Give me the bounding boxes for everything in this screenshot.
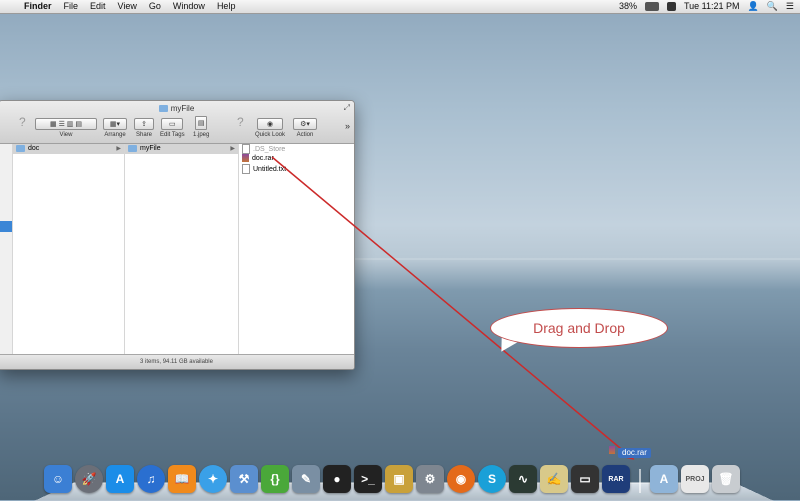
window-toolbar: myFile ⤢ ? ▦ ☰ ▥ ▤ View ▦▾ Arrange ⇪ Sha… (0, 101, 354, 144)
arrange-button[interactable]: ▦▾ Arrange (103, 118, 127, 138)
xcode-icon[interactable]: ⚒ (230, 465, 258, 493)
qq-icon[interactable]: ● (323, 465, 351, 493)
system-preferences-icon[interactable]: ⚙ (416, 465, 444, 493)
status-bar: 3 items, 94.11 GB available (0, 354, 354, 369)
ibooks-icon[interactable]: 📖 (168, 465, 196, 493)
notification-icon[interactable]: ☰ (786, 0, 794, 13)
menu-app-name[interactable]: Finder (24, 0, 52, 13)
clock[interactable]: Tue 11:21 PM (684, 0, 740, 13)
list-item[interactable]: doc ▶ (13, 144, 124, 154)
column-2: myFile ▶ (125, 144, 239, 354)
spotlight-icon[interactable]: 🔍 (767, 0, 778, 13)
list-item[interactable]: Untitled.txt (239, 164, 354, 174)
menu-bar: Finder File Edit View Go Window Help 38%… (0, 0, 800, 14)
sidebar-column (0, 144, 13, 354)
text-file-icon (242, 164, 250, 174)
user-icon[interactable]: 👤 (747, 0, 758, 13)
monitor-app-icon[interactable]: ▭ (571, 465, 599, 493)
finder-window[interactable]: myFile ⤢ ? ▦ ☰ ▥ ▤ View ▦▾ Arrange ⇪ Sha… (0, 100, 355, 370)
launchpad-icon[interactable]: 🚀 (75, 465, 103, 493)
menu-edit[interactable]: Edit (90, 0, 106, 13)
dock-separator (639, 469, 641, 493)
finder-icon[interactable]: ☺ (44, 465, 72, 493)
view-mode-segmented[interactable]: ▦ ☰ ▥ ▤ (35, 118, 97, 130)
column-1: doc ▶ (13, 144, 125, 354)
brackets-icon[interactable]: {} (261, 465, 289, 493)
callout-bubble: Drag and Drop (490, 308, 668, 348)
disclosure-arrow-icon: ▶ (116, 146, 121, 152)
column-3: .DS_Store doc.rar Untitled.txt (239, 144, 354, 354)
disclosure-arrow-icon: ▶ (230, 146, 235, 152)
sync-app-icon[interactable]: S (478, 465, 506, 493)
view-control[interactable]: ▦ ☰ ▥ ▤ View (35, 118, 97, 138)
unknown-toolbar-icon-2[interactable]: ? (237, 115, 244, 129)
script-editor-icon[interactable]: ✍ (540, 465, 568, 493)
battery-percent[interactable]: 38% (619, 0, 637, 13)
file-icon (242, 144, 250, 154)
menu-window[interactable]: Window (173, 0, 205, 13)
column-browser: doc ▶ myFile ▶ .DS_Store doc.rar Untitle… (0, 144, 354, 354)
list-item[interactable]: .DS_Store (239, 144, 354, 154)
list-item[interactable]: doc.rar (239, 154, 354, 164)
quick-look-button[interactable]: ◉ Quick Look (255, 118, 285, 138)
unknown-toolbar-icon[interactable]: ? (19, 115, 26, 129)
toolbar-overflow-icon[interactable]: » (345, 121, 350, 131)
action-button[interactable]: ⚙▾ Action (293, 118, 317, 138)
applications-folder-icon[interactable]: A (650, 465, 678, 493)
menu-help[interactable]: Help (217, 0, 236, 13)
rar-app-icon[interactable]: RAR (602, 465, 630, 493)
folder-icon (158, 105, 168, 113)
edit-tags-button[interactable]: ▭ Edit Tags (160, 118, 185, 138)
battery-icon[interactable] (644, 2, 659, 11)
preview-icon[interactable]: ✎ (292, 465, 320, 493)
menu-view[interactable]: View (118, 0, 137, 13)
share-button[interactable]: ⇪ Share (134, 118, 154, 138)
rar-file-icon (242, 154, 249, 163)
activity-monitor-icon[interactable]: ∿ (509, 465, 537, 493)
folder-icon (128, 144, 137, 152)
sidebar-selected-item[interactable] (0, 221, 12, 232)
file-shortcut-button[interactable]: ▤ 1.jpeg (193, 116, 209, 138)
list-item[interactable]: myFile ▶ (125, 144, 238, 154)
archive-utility-icon[interactable]: ▣ (385, 465, 413, 493)
document-icon[interactable]: PROJ (681, 465, 709, 493)
itunes-icon[interactable]: ♫ (137, 465, 165, 493)
firefox-icon[interactable]: ◉ (447, 465, 475, 493)
trash-icon[interactable]: 🗑 (712, 465, 740, 493)
drag-label: doc.rar (618, 448, 651, 458)
window-title: myFile (0, 104, 354, 113)
terminal-icon[interactable]: >_ (354, 465, 382, 493)
menu-go[interactable]: Go (149, 0, 161, 13)
app-store-icon[interactable]: A (106, 465, 134, 493)
menu-file[interactable]: File (64, 0, 79, 13)
dragged-rar-icon (609, 446, 615, 454)
input-flag-icon[interactable] (666, 2, 676, 11)
fullscreen-icon[interactable]: ⤢ (344, 103, 350, 113)
safari-icon[interactable]: ✦ (199, 465, 227, 493)
dock: ☺ 🚀 A ♫ 📖 ✦ ⚒{} ✎ ● >_ ▣ ⚙ ◉ S ∿ ✍ ▭ RAR A PROJ 🗑 (44, 459, 740, 493)
folder-icon (16, 144, 25, 152)
